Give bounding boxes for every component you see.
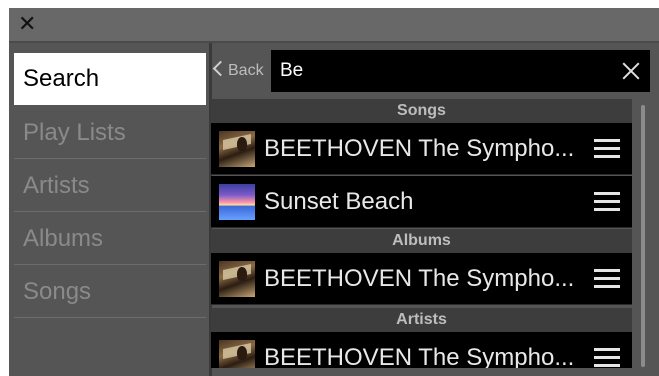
menu-icon[interactable]	[594, 139, 620, 159]
close-icon[interactable]: ✕	[18, 12, 38, 36]
sunset-beach-art-icon	[219, 184, 255, 220]
section-header-songs: Songs	[211, 99, 632, 123]
scrollbar[interactable]	[641, 99, 646, 368]
menu-icon[interactable]	[594, 348, 620, 368]
title-bar: ✕	[9, 8, 659, 43]
sidebar-item-albums[interactable]: Albums	[14, 213, 206, 265]
beethoven-album-art-icon	[219, 340, 255, 368]
result-row[interactable]: Sunset Beach	[211, 176, 632, 228]
result-title: BEETHOVEN The Sympho...	[264, 265, 575, 292]
result-row[interactable]: BEETHOVEN The Sympho...	[211, 253, 632, 305]
menu-icon[interactable]	[594, 269, 620, 289]
clear-icon[interactable]	[618, 58, 644, 84]
result-title: BEETHOVEN The Sympho...	[264, 344, 575, 368]
menu-icon[interactable]	[594, 192, 620, 212]
sidebar-item-play-lists[interactable]: Play Lists	[14, 107, 206, 159]
result-title: BEETHOVEN The Sympho...	[264, 135, 575, 162]
sidebar: Search Play Lists Artists Albums Songs	[9, 43, 209, 376]
result-row[interactable]: BEETHOVEN The Sympho...	[211, 123, 632, 175]
sidebar-item-songs[interactable]: Songs	[14, 266, 206, 318]
sidebar-item-search[interactable]: Search	[14, 53, 206, 105]
results-list: Songs BEETHOVEN The Sympho... Sunset Bea…	[211, 99, 632, 368]
beethoven-album-art-icon	[219, 261, 255, 297]
search-input[interactable]	[280, 50, 600, 92]
chevron-left-icon	[212, 60, 229, 77]
section-header-artists: Artists	[211, 308, 632, 332]
back-button[interactable]: Back	[211, 50, 271, 92]
sidebar-item-artists[interactable]: Artists	[14, 160, 206, 212]
beethoven-album-art-icon	[219, 131, 255, 167]
back-label: Back	[228, 62, 264, 79]
result-title: Sunset Beach	[264, 188, 414, 215]
search-toolbar: Back	[207, 50, 650, 92]
scrollbar-thumb[interactable]	[641, 105, 645, 367]
section-header-albums: Albums	[211, 229, 632, 253]
result-row[interactable]: BEETHOVEN The Sympho...	[211, 332, 632, 368]
search-box	[271, 50, 650, 92]
